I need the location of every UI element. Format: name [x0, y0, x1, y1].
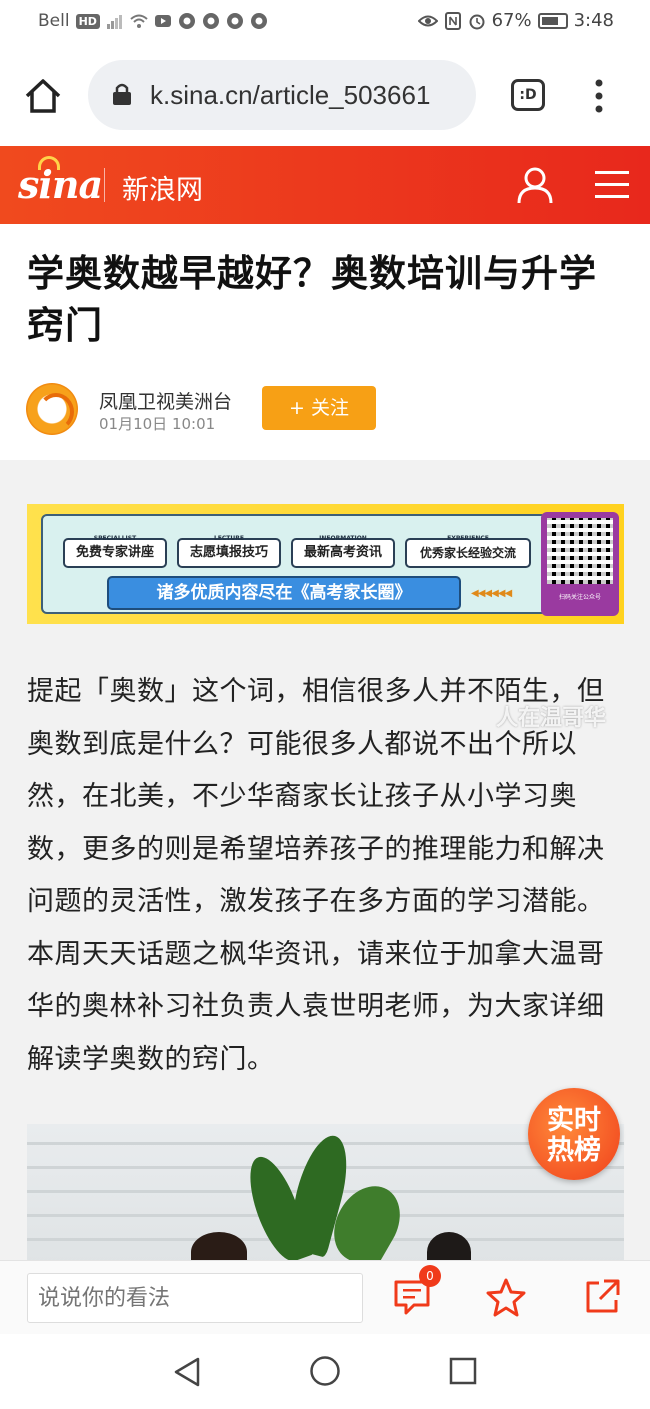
qr-code: 扫码关注公众号 [541, 512, 619, 616]
eye-icon [417, 15, 438, 26]
battery-percent: 67% [491, 10, 532, 31]
qr-code-image [547, 518, 613, 584]
watermark: 人在温哥华 [496, 706, 607, 731]
comment-count-badge: 0 [419, 1265, 441, 1287]
home-nav-icon[interactable] [309, 1355, 341, 1387]
hot-list-badge[interactable]: 实时 热榜 [528, 1088, 620, 1180]
system-nav-bar [0, 1334, 650, 1409]
browser-toolbar: k.sina.cn/article_503661 :D [0, 44, 650, 146]
status-bar: Bell HD 67% 3:48 [0, 0, 650, 44]
tab-switcher-button[interactable]: :D [511, 79, 545, 111]
lock-icon [113, 83, 131, 105]
chrome-icon [178, 13, 195, 29]
article-title: 学奥数越早越好？奥数培训与升学窍门 [27, 252, 597, 347]
sina-logo[interactable]: sina [18, 162, 103, 207]
banner-tag: LECTURE 志愿填报技巧 [177, 535, 281, 568]
wifi-icon [130, 14, 148, 28]
share-icon[interactable] [582, 1277, 622, 1317]
user-icon[interactable] [516, 166, 554, 204]
battery-icon [537, 12, 568, 29]
header-divider [104, 168, 105, 202]
publish-time: 01月10日 10:01 [99, 415, 216, 433]
hamburger-menu-icon[interactable] [595, 168, 629, 200]
chrome-icon [250, 13, 267, 29]
signal-icon [106, 15, 122, 29]
chrome-icon [202, 13, 219, 29]
ad-banner[interactable]: SPECIALLIST 免费专家讲座 LECTURE 志愿填报技巧 INFORMAT… [27, 504, 624, 624]
qr-caption: 扫码关注公众号 [558, 594, 601, 601]
url-bar[interactable]: k.sina.cn/article_503661 [88, 60, 476, 130]
network-badge: HD [75, 13, 100, 29]
banner-slogan: 诸多优质内容尽在《高考家长圈》 [107, 576, 461, 610]
home-icon[interactable] [24, 78, 62, 114]
url-text[interactable]: k.sina.cn/article_503661 [150, 80, 430, 111]
status-time: 3:48 [573, 10, 614, 31]
banner-tag: SPECIALLIST 免费专家讲座 [63, 535, 167, 568]
ad-banner-panel: SPECIALLIST 免费专家讲座 LECTURE 志愿填报技巧 INFORMAT… [41, 514, 547, 614]
author-avatar[interactable] [26, 383, 78, 435]
nfc-icon [444, 11, 461, 30]
comment-input[interactable] [27, 1273, 363, 1323]
banner-tag: EXPERIENCE 优秀家长经验交流 [405, 535, 531, 568]
site-name[interactable]: 新浪网 [122, 168, 203, 207]
more-menu-icon[interactable] [592, 78, 606, 114]
star-icon[interactable] [486, 1277, 526, 1317]
carrier-label: Bell [38, 11, 70, 31]
site-header: sina 新浪网 [0, 146, 650, 224]
alarm-icon [469, 14, 485, 29]
chrome-icon [226, 13, 243, 29]
follow-button[interactable]: + 关注 [262, 386, 376, 430]
back-icon[interactable] [172, 1356, 202, 1388]
banner-tag: INFORMATION 最新高考资讯 [291, 535, 395, 568]
author-name[interactable]: 凤凰卫视美洲台 [99, 387, 232, 414]
banner-arrows: ◀◀◀◀◀◀ [471, 588, 512, 599]
comment-bar: 0 [0, 1260, 650, 1334]
recents-icon[interactable] [448, 1356, 478, 1386]
youtube-icon [154, 15, 171, 27]
